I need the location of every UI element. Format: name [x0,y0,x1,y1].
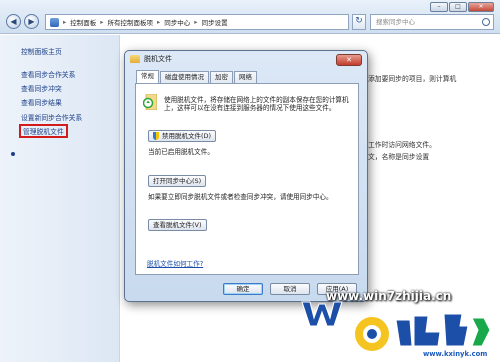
explorer-toolbar: – □ ✕ ◀ ▶ ▸ 控制面板 ▸ 所有控制面板项 ▸ 同步中心 ▸ 同步设置… [0,0,500,34]
search-icon [482,18,490,26]
breadcrumb-item[interactable]: 同步设置 [202,17,228,27]
help-link[interactable]: 脱机文件如何工作? [147,258,203,268]
shield-icon [153,132,159,140]
breadcrumb-item[interactable]: 所有控制面板项 [108,17,154,27]
tab-disk-usage[interactable]: 磁盘使用情况 [160,71,209,83]
watermark-site: www.kxinyk.com [423,350,488,358]
button-label: 禁用脱机文件(D) [162,132,212,140]
maximize-button[interactable]: □ [449,2,467,12]
disable-offline-files-button[interactable]: 禁用脱机文件(D) [148,130,217,142]
offline-files-dialog: 脱机文件 ✕ 常规 磁盘使用情况 加密 网络 使用脱机文件，将存储在网络上的文件… [124,50,368,302]
sidebar-item-manage-offline[interactable]: 管理脱机文件 [19,124,68,138]
sidebar: 控制面板主页 查看同步合作关系 查看同步冲突 查看同步结果 设置新同步合作关系 … [0,35,120,362]
back-button[interactable]: ◀ [6,14,21,29]
view-offline-files-button[interactable]: 查看脱机文件(V) [148,219,207,231]
tab-encryption[interactable]: 加密 [210,71,233,83]
control-panel-icon [50,17,59,27]
watermark-win-logo [301,301,343,327]
sidebar-item-conflicts[interactable]: 查看同步冲突 [21,83,62,93]
content-line: 文，名称是同步设置 [368,153,430,161]
forward-button[interactable]: ▶ [24,14,39,29]
search-placeholder: 搜索同步中心 [376,18,415,26]
dialog-close-button[interactable]: ✕ [336,54,362,66]
content-line: 添加要同步的项目，则计算机 [368,75,457,83]
dialog-tabs: 常规 磁盘使用情况 加密 网络 [136,70,258,83]
sidebar-item-partnerships[interactable]: 查看同步合作关系 [21,69,75,79]
sidebar-item-home[interactable]: 控制面板主页 [21,46,62,56]
dialog-title: 脱机文件 [144,55,172,63]
sidebar-item-results[interactable]: 查看同步结果 [21,97,62,107]
folder-icon [130,55,140,63]
sync-center-icon [143,94,157,110]
open-sync-center-button[interactable]: 打开同步中心(S) [148,175,207,187]
window-controls: – □ ✕ [430,2,494,12]
breadcrumb-item[interactable]: 同步中心 [164,17,190,27]
cancel-button[interactable]: 取消 [270,283,310,295]
search-input[interactable]: 搜索同步中心 [370,14,494,30]
breadcrumb-item[interactable]: 控制面板 [70,17,96,27]
general-panel: 使用脱机文件，将存储在网络上的文件的副本保存在您的计算机上，这样可以在没有连接到… [135,83,359,275]
refresh-button[interactable]: ↻ [352,14,366,30]
content-line: 工作时访问网络文件。 [368,141,436,149]
bullet-icon [11,152,15,156]
ok-button[interactable]: 确定 [223,283,263,295]
tab-network[interactable]: 网络 [234,71,257,83]
offline-description: 使用脱机文件，将存储在网络上的文件的副本保存在您的计算机上，这样可以在没有连接到… [164,96,349,112]
tab-general[interactable]: 常规 [136,70,159,83]
button-label: 打开同步中心(S) [153,177,202,185]
sync-hint-text: 如果要立即同步脱机文件或者检查同步冲突，请使用同步中心。 [148,193,333,201]
minimize-button[interactable]: – [430,2,448,12]
close-window-button[interactable]: ✕ [468,2,494,12]
dialog-titlebar: 脱机文件 [130,54,172,64]
status-text: 当前已启用脱机文件。 [148,148,214,156]
sidebar-item-new-partnership[interactable]: 设置新同步合作关系 [21,112,82,122]
address-bar[interactable]: ▸ 控制面板 ▸ 所有控制面板项 ▸ 同步中心 ▸ 同步设置 [45,14,349,30]
button-label: 查看脱机文件(V) [153,221,202,229]
